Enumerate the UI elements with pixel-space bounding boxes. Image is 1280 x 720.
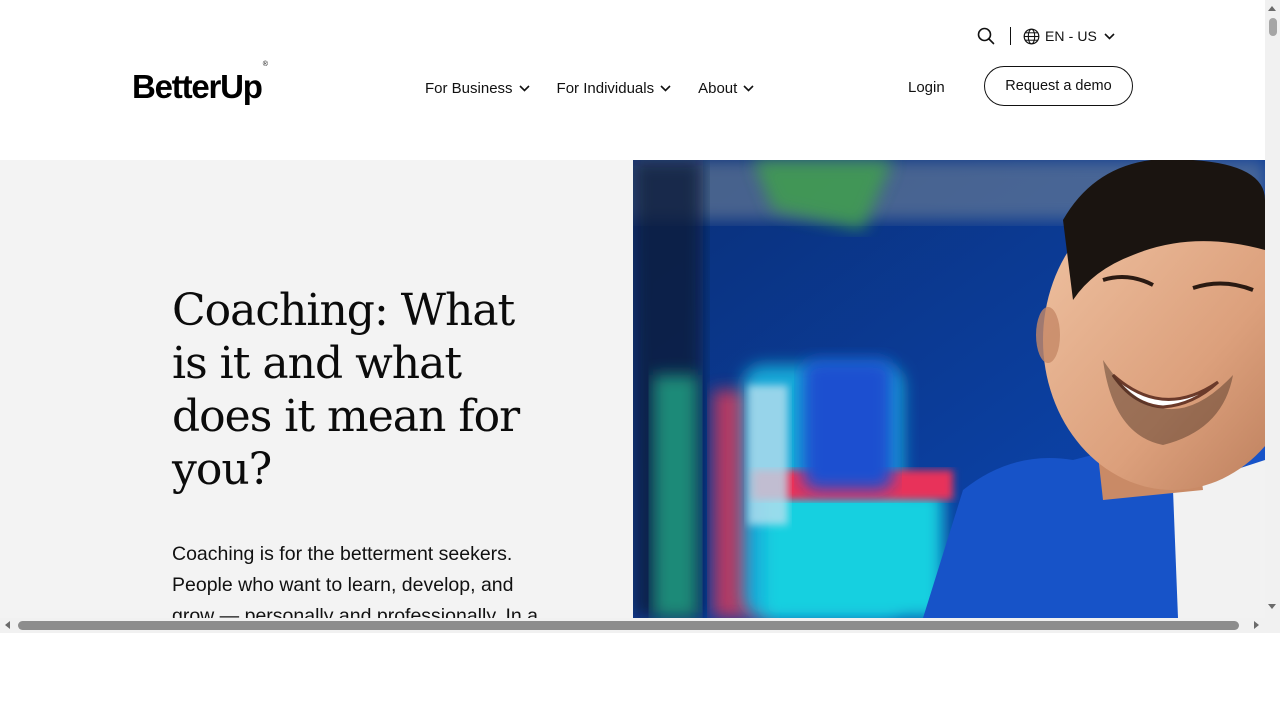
- request-demo-button[interactable]: Request a demo: [984, 66, 1133, 106]
- horizontal-scrollbar[interactable]: [0, 618, 1265, 633]
- hero-section: Coaching: What is it and what does it me…: [0, 160, 1265, 618]
- nav-label: About: [698, 79, 738, 97]
- scroll-left-arrow-icon[interactable]: [5, 621, 10, 629]
- language-selector[interactable]: EN - US: [1023, 28, 1115, 45]
- hero-text-panel: Coaching: What is it and what does it me…: [0, 160, 633, 618]
- scroll-down-arrow-icon[interactable]: [1268, 604, 1276, 609]
- smiling-man-photo: [633, 160, 1265, 618]
- logo-text: BetterUp: [132, 68, 263, 105]
- chevron-down-icon: [660, 84, 671, 92]
- site-header: EN - US BetterUp® For Business For Indiv…: [0, 0, 1265, 160]
- chevron-down-icon: [518, 84, 530, 92]
- hero-photo: [633, 160, 1265, 618]
- scrollbar-corner: [1265, 618, 1280, 633]
- login-link[interactable]: Login: [908, 77, 945, 99]
- language-label: EN - US: [1044, 28, 1097, 44]
- betterup-logo[interactable]: BetterUp®: [132, 61, 268, 105]
- browser-viewport: EN - US BetterUp® For Business For Indiv…: [0, 0, 1280, 634]
- vertical-scrollbar[interactable]: [1265, 0, 1280, 618]
- hero-intro-text: Coaching is for the betterment seekers. …: [172, 543, 538, 618]
- globe-icon: [1023, 28, 1040, 45]
- search-icon[interactable]: [976, 26, 996, 46]
- nav-item-about[interactable]: About: [698, 77, 754, 99]
- chevron-down-icon: [1104, 32, 1115, 40]
- main-nav: For Business For Individuals About: [425, 77, 754, 99]
- nav-label: For Business: [425, 79, 513, 97]
- scroll-up-arrow-icon[interactable]: [1268, 6, 1276, 11]
- chevron-down-icon: [743, 84, 754, 92]
- nav-item-for-individuals[interactable]: For Individuals: [557, 77, 672, 99]
- nav-item-for-business[interactable]: For Business: [425, 77, 530, 99]
- nav-label: For Individuals: [556, 79, 655, 97]
- scroll-right-arrow-icon[interactable]: [1254, 621, 1259, 629]
- utility-bar: EN - US: [976, 24, 1115, 48]
- page-title: Coaching: What is it and what does it me…: [172, 285, 520, 495]
- horizontal-scroll-thumb[interactable]: [18, 621, 1239, 630]
- vertical-scroll-thumb[interactable]: [1269, 18, 1277, 36]
- registered-mark: ®: [262, 61, 268, 68]
- utility-divider: [1009, 27, 1011, 45]
